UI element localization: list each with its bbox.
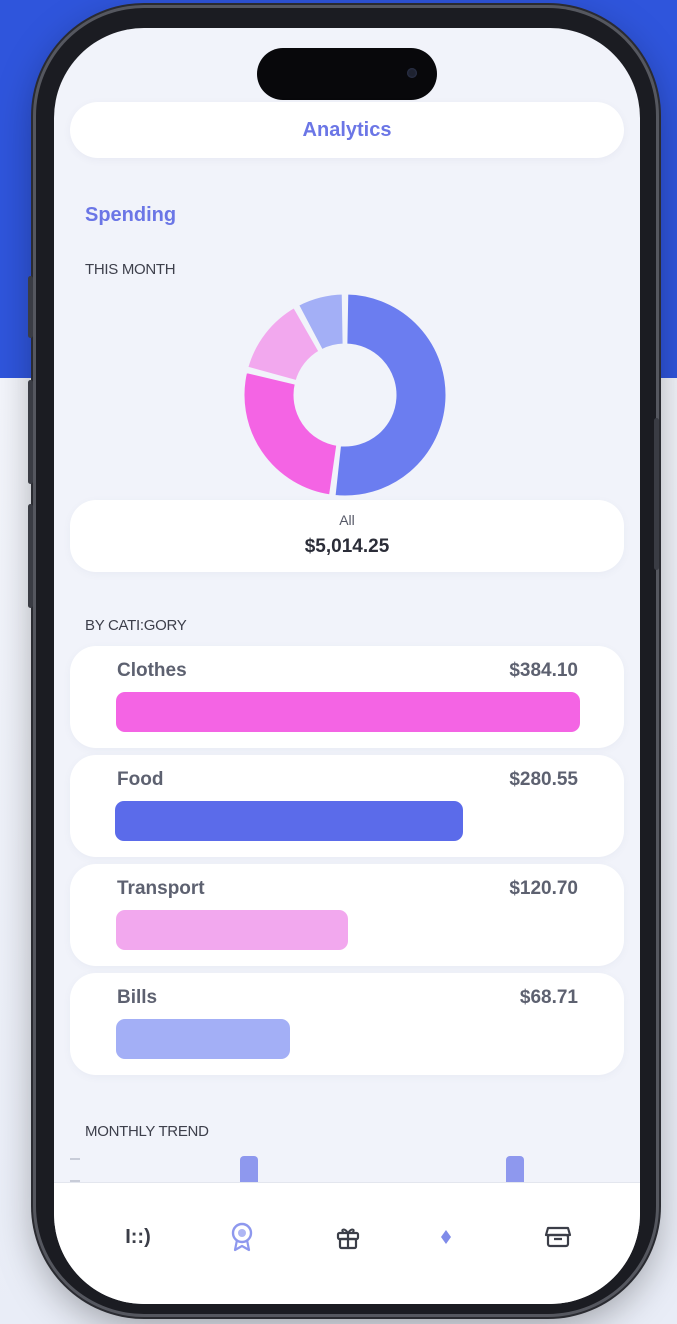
gift-icon [336, 1228, 360, 1250]
period-label: THIS MONTH [85, 261, 176, 278]
trend-axis-tick [70, 1158, 80, 1160]
total-label: All [339, 512, 355, 528]
category-amount: $384.10 [509, 660, 578, 681]
dashboard-text-icon: I::) [125, 1225, 151, 1248]
total-card: All $5,014.25 [70, 500, 624, 572]
side-button-mute [28, 276, 33, 338]
camera-icon [407, 68, 417, 78]
diamond-icon [441, 1230, 451, 1244]
category-name: Food [117, 769, 164, 790]
donut-slice-food[interactable] [332, 291, 449, 499]
tab-dashboard[interactable]: I::) [108, 1217, 168, 1257]
app-header: Analytics [70, 102, 624, 158]
side-button-volume-up [28, 380, 33, 484]
category-card-clothes[interactable]: Clothes $384.10 [70, 646, 624, 748]
dynamic-island [257, 48, 437, 100]
side-button-power [654, 418, 659, 570]
phone-screen: Analytics Spending THIS MONTH All $5,014… [54, 28, 640, 1304]
category-name: Bills [117, 987, 158, 1008]
tab-rewards[interactable] [212, 1217, 272, 1257]
monthly-trend-label: MONTHLY TREND [85, 1123, 209, 1140]
category-bar-transport [116, 910, 348, 950]
store-icon [544, 1226, 572, 1248]
category-card-food[interactable]: Food $280.55 [70, 755, 624, 857]
category-name: Clothes [117, 660, 187, 681]
category-bar-track [116, 1019, 580, 1059]
spending-heading: Spending [85, 204, 177, 226]
bottom-tab-bar: I::) [54, 1182, 640, 1304]
page-title: Analytics [302, 118, 392, 141]
category-amount: $68.71 [519, 987, 578, 1008]
tab-premium[interactable] [416, 1217, 476, 1257]
category-name: Transport [117, 878, 205, 899]
category-amount: $280.55 [509, 769, 578, 790]
by-category-label: BY CATI:GORY [85, 617, 187, 634]
category-card-bills[interactable]: Bills $68.71 [70, 973, 624, 1075]
badge-icon [231, 1222, 253, 1252]
category-card-transport[interactable]: Transport $120.70 [70, 864, 624, 966]
category-bar-food [115, 801, 463, 841]
total-value: $5,014.25 [304, 536, 390, 557]
tab-gifts[interactable] [318, 1217, 378, 1257]
spending-donut-chart[interactable] [240, 290, 450, 500]
side-button-volume-down [28, 504, 33, 608]
donut-slice-clothes[interactable] [241, 369, 340, 498]
category-bar-bills [116, 1019, 290, 1059]
category-amount: $120.70 [509, 878, 578, 899]
category-bar-track [116, 910, 580, 950]
category-bar-clothes [116, 692, 580, 732]
category-bar-track [116, 692, 580, 732]
tab-store[interactable] [528, 1217, 588, 1257]
category-bar-track [115, 801, 579, 841]
